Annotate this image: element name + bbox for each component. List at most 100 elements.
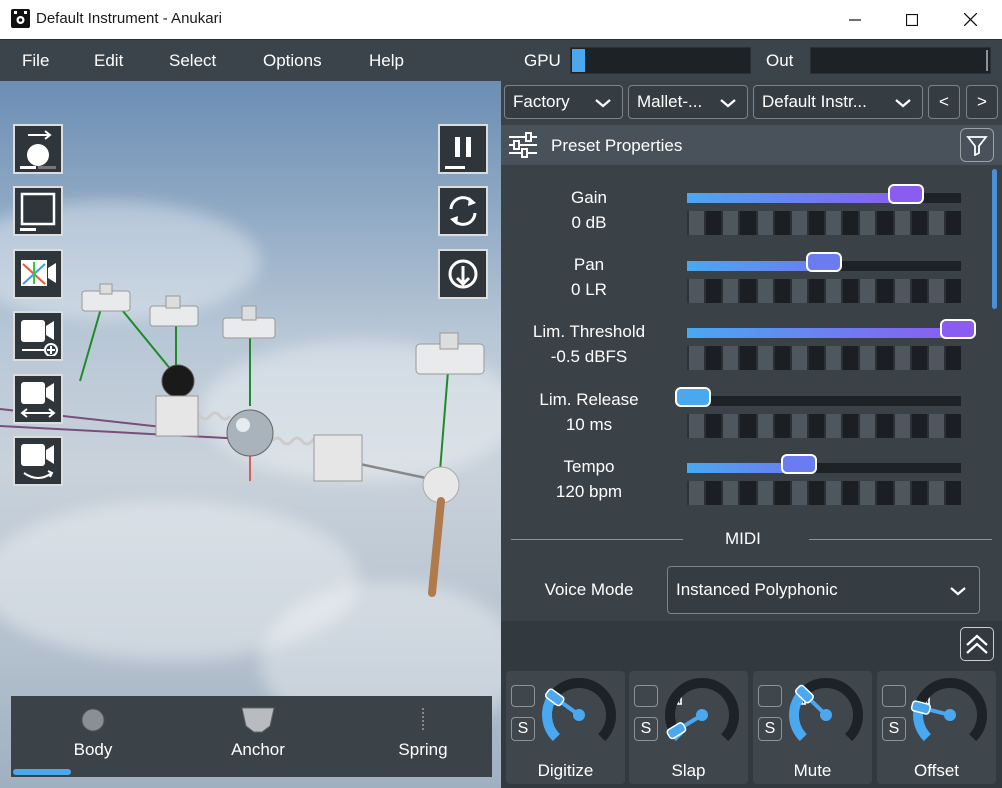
drag-hand-icon[interactable] — [758, 685, 806, 707]
body-tab-label: Body — [73, 740, 113, 759]
drag-hand-icon[interactable] — [882, 685, 930, 707]
menu-file[interactable]: File — [22, 51, 49, 71]
subcategory-dropdown[interactable]: Mallet-... — [628, 85, 748, 119]
menu-select[interactable]: Select — [169, 51, 216, 71]
gravity-icon[interactable] — [438, 249, 488, 299]
macro-solo-button[interactable]: S — [758, 717, 782, 741]
preset-dropdown[interactable]: Default Instr... — [753, 85, 923, 119]
anchor-icon — [241, 707, 275, 733]
macro-solo-button[interactable]: S — [882, 717, 906, 741]
tempo-label: Tempo — [563, 457, 615, 476]
pan-value: 0 LR — [571, 280, 607, 299]
tempo-modulation-track[interactable] — [687, 481, 961, 505]
close-button[interactable] — [947, 0, 993, 39]
next-preset-button[interactable]: > — [966, 85, 998, 119]
macro-solo-button[interactable]: S — [511, 717, 535, 741]
category-dropdown[interactable]: Factory — [504, 85, 623, 119]
pan-slider-handle[interactable] — [806, 252, 842, 272]
knob-center — [944, 709, 956, 721]
app-icon — [11, 9, 30, 28]
active-tab-indicator — [13, 769, 71, 775]
filter-icon — [966, 136, 988, 156]
limiter-threshold-value: -0.5 dBFS — [550, 347, 628, 366]
subcategory-value: Mallet-... — [637, 92, 703, 111]
minimize-button[interactable] — [832, 0, 878, 39]
camera-color-icon[interactable] — [13, 249, 63, 299]
limiter-threshold-modulation-track[interactable] — [687, 346, 961, 370]
gpu-meter-fill — [572, 49, 585, 72]
gain-slider-handle[interactable] — [888, 184, 925, 204]
anchor-tab[interactable]: Anchor — [198, 696, 318, 766]
menu-options[interactable]: Options — [263, 51, 322, 71]
pause-button[interactable] — [438, 124, 488, 174]
camera-orbit-button[interactable] — [13, 436, 63, 486]
digitize-knob[interactable] — [539, 675, 619, 755]
frame-view-button[interactable] — [13, 186, 63, 236]
gpu-meter — [570, 47, 751, 74]
gain-value: 0 dB — [571, 213, 607, 232]
properties-panel: Factory Mallet-... Default Instr... < > … — [501, 81, 1002, 788]
macro-label: Mute — [793, 761, 832, 780]
limiter-release-modulation-track[interactable] — [687, 414, 961, 438]
tempo-slider-handle[interactable] — [781, 454, 818, 474]
chevron-down-icon — [895, 99, 911, 108]
mute-knob[interactable] — [786, 675, 866, 755]
entity-type-bar: Body Anchor Spring — [11, 696, 492, 777]
category-value: Factory — [513, 92, 570, 111]
offset-knob[interactable] — [910, 675, 990, 755]
menu-bar: File Edit Select Options Help GPU Out — [0, 39, 1002, 81]
limiter-release-value: 10 ms — [565, 415, 613, 434]
macro-label: Offset — [913, 761, 960, 780]
gain-slider[interactable] — [687, 184, 961, 204]
body-icon — [81, 708, 105, 732]
pan-modulation-track[interactable] — [687, 279, 961, 303]
previous-preset-button[interactable]: < — [928, 85, 960, 119]
limiter-threshold-slider-handle[interactable] — [940, 319, 977, 339]
reset-simulation-icon[interactable] — [438, 186, 488, 236]
voice-mode-select[interactable]: Instanced Polyphonic — [667, 566, 980, 614]
add-body-tool-button[interactable] — [13, 124, 63, 174]
knob-center — [573, 709, 585, 721]
spring-icon — [422, 708, 424, 732]
title-bar: Default Instrument - Anukari — [0, 0, 1002, 39]
add-camera-button[interactable] — [13, 311, 63, 361]
menu-help[interactable]: Help — [369, 51, 404, 71]
collapse-macros-button[interactable] — [960, 627, 994, 661]
macro-controls: S Digitize S Slap S Mute S Offset — [501, 621, 1002, 788]
pan-label: Pan — [573, 255, 605, 274]
midi-section-title: MIDI — [725, 529, 761, 548]
sliders-icon — [509, 132, 537, 158]
knob-center — [696, 709, 708, 721]
macro-solo-button[interactable]: S — [634, 717, 658, 741]
limiter-threshold-label: Lim. Threshold — [532, 322, 646, 341]
tempo-value: 120 bpm — [555, 482, 623, 501]
limiter-release-slider-handle[interactable] — [675, 387, 711, 407]
knob-center — [820, 709, 832, 721]
properties-scrollbar[interactable] — [992, 169, 997, 309]
scene-viewport[interactable]: Body Anchor Spring — [0, 81, 501, 788]
slap-knob[interactable] — [662, 675, 742, 755]
pan-slider[interactable] — [687, 252, 961, 272]
menu-edit[interactable]: Edit — [94, 51, 123, 71]
preset-properties-title: Preset Properties — [551, 136, 683, 155]
scene-graph — [0, 283, 485, 597]
spring-tab[interactable]: Spring — [363, 696, 483, 766]
chevron-down-icon — [950, 587, 966, 596]
spring-tab-label: Spring — [398, 740, 448, 759]
gain-modulation-track[interactable] — [687, 211, 961, 235]
preset-properties-header: Preset Properties — [501, 125, 1002, 165]
filter-button[interactable] — [960, 128, 994, 162]
limiter-release-slider[interactable] — [675, 387, 961, 407]
voice-mode-value: Instanced Polyphonic — [676, 580, 838, 599]
drag-hand-icon[interactable] — [511, 685, 559, 707]
gpu-label: GPU — [524, 51, 561, 70]
limiter-threshold-slider[interactable] — [687, 319, 977, 339]
properties-scroll-area[interactable]: Gain 0 dB Pan 0 LR Lim. Threshold -0.5 d… — [501, 165, 1002, 620]
macro-slap: S Slap — [629, 671, 748, 784]
camera-pan-button[interactable] — [13, 374, 63, 424]
tempo-slider[interactable] — [687, 454, 961, 474]
section-divider-left — [511, 539, 683, 540]
body-tab[interactable]: Body — [33, 696, 153, 766]
drag-hand-icon[interactable] — [634, 685, 682, 707]
maximize-button[interactable] — [889, 0, 935, 39]
